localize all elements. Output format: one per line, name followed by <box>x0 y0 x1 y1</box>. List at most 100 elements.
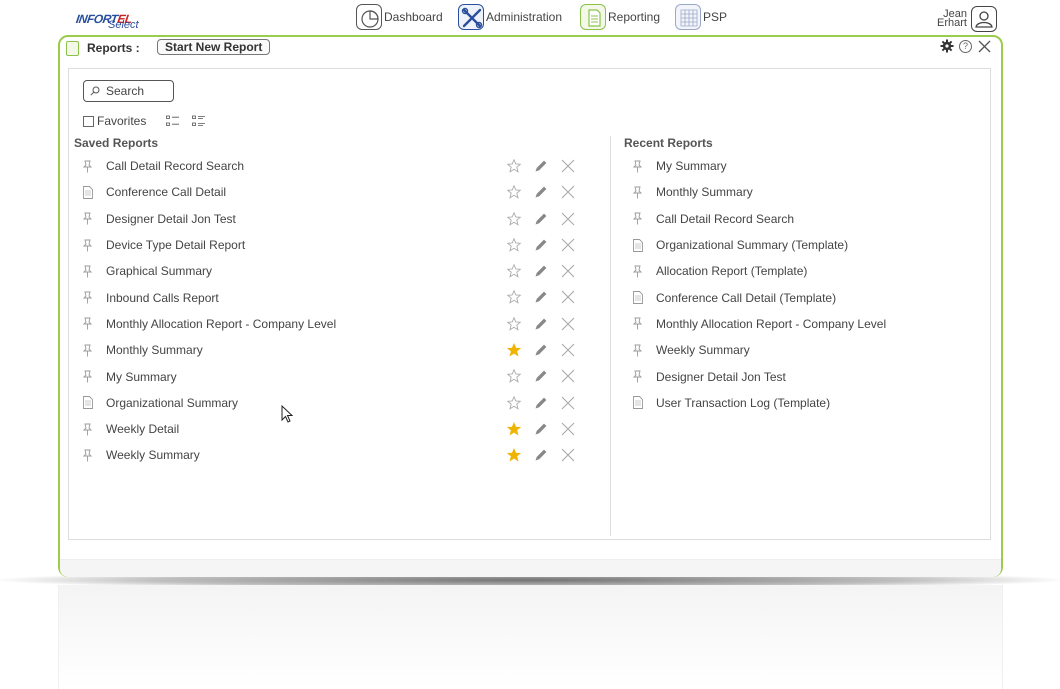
edit-pencil-icon[interactable] <box>534 396 548 410</box>
edit-pencil-icon[interactable] <box>534 290 548 304</box>
search-input[interactable]: Search <box>83 80 174 102</box>
report-name[interactable]: Organizational Summary (Template) <box>656 238 848 252</box>
report-name[interactable]: Conference Call Detail <box>106 185 226 199</box>
delete-icon[interactable] <box>561 264 575 278</box>
user-menu[interactable]: Jean Erhart <box>933 6 997 32</box>
user-icon[interactable] <box>971 6 997 32</box>
list-item[interactable]: Allocation Report (Template) <box>632 258 973 284</box>
favorite-star-icon[interactable] <box>507 264 521 278</box>
list-item[interactable]: My Summary <box>632 153 973 179</box>
detail-view-icon[interactable] <box>192 115 206 127</box>
report-name[interactable]: Monthly Summary <box>106 343 203 357</box>
list-item[interactable]: Monthly Summary <box>82 337 583 363</box>
list-item[interactable]: Weekly Summary <box>82 442 583 468</box>
report-name[interactable]: Allocation Report (Template) <box>656 264 807 278</box>
list-item[interactable]: Designer Detail Jon Test <box>82 206 583 232</box>
delete-icon[interactable] <box>561 422 575 436</box>
delete-icon[interactable] <box>561 396 575 410</box>
gear-icon[interactable] <box>940 39 954 53</box>
report-name[interactable]: Designer Detail Jon Test <box>106 212 236 226</box>
edit-pencil-icon[interactable] <box>534 448 548 462</box>
report-name[interactable]: Weekly Summary <box>656 343 750 357</box>
list-item[interactable]: Call Detail Record Search <box>632 206 973 232</box>
list-item[interactable]: Inbound Calls Report <box>82 284 583 310</box>
favorite-star-icon[interactable] <box>507 316 521 331</box>
report-name[interactable]: Monthly Allocation Report - Company Leve… <box>656 317 886 331</box>
edit-pencil-icon[interactable] <box>534 185 548 199</box>
report-name[interactable]: Monthly Allocation Report - Company Leve… <box>106 317 336 331</box>
list-item[interactable]: Graphical Summary <box>82 258 583 284</box>
list-view-icon[interactable] <box>166 115 180 127</box>
nav-dashboard[interactable]: Dashboard <box>356 4 443 30</box>
edit-pencil-icon[interactable] <box>534 238 548 252</box>
report-name[interactable]: Inbound Calls Report <box>106 291 219 305</box>
list-item[interactable]: Organizational Summary <box>83 390 583 416</box>
edit-pencil-icon[interactable] <box>534 422 548 436</box>
infortel-logo[interactable]: INFORTEL Select <box>75 6 160 32</box>
nav-psp[interactable]: PSP <box>675 4 727 30</box>
favorite-star-icon[interactable] <box>507 290 521 305</box>
report-name[interactable]: User Transaction Log (Template) <box>656 396 830 410</box>
list-item[interactable]: Conference Call Detail <box>83 179 583 205</box>
nav-reporting[interactable]: Reporting <box>580 4 660 30</box>
favorite-star-filled-icon[interactable] <box>507 422 521 436</box>
list-item[interactable]: Call Detail Record Search <box>82 153 583 179</box>
favorite-star-icon[interactable] <box>507 211 521 226</box>
edit-pencil-icon[interactable] <box>534 317 548 331</box>
help-icon[interactable]: ? <box>959 39 972 53</box>
report-name[interactable]: Device Type Detail Report <box>106 238 245 252</box>
favorite-star-icon[interactable] <box>507 185 521 200</box>
delete-icon[interactable] <box>561 317 575 331</box>
report-name[interactable]: Monthly Summary <box>656 185 753 199</box>
delete-icon[interactable] <box>561 448 575 462</box>
list-item[interactable]: Designer Detail Jon Test <box>632 363 973 389</box>
report-name[interactable]: My Summary <box>106 370 177 384</box>
edit-pencil-icon[interactable] <box>534 212 548 226</box>
list-item[interactable]: Weekly Detail <box>82 416 583 442</box>
list-item[interactable]: Monthly Allocation Report - Company Leve… <box>632 311 973 337</box>
list-item[interactable]: Device Type Detail Report <box>82 232 583 258</box>
delete-icon[interactable] <box>561 369 575 383</box>
delete-icon[interactable] <box>561 185 575 199</box>
report-name[interactable]: Conference Call Detail (Template) <box>656 291 836 305</box>
list-item[interactable]: My Summary <box>82 363 583 389</box>
report-document-icon <box>83 396 93 410</box>
delete-icon[interactable] <box>561 290 575 304</box>
report-actions <box>507 369 575 384</box>
edit-pencil-icon[interactable] <box>534 369 548 383</box>
start-new-report-button[interactable]: Start New Report <box>157 39 271 55</box>
report-name[interactable]: Organizational Summary <box>106 396 238 410</box>
report-name[interactable]: Call Detail Record Search <box>106 159 244 173</box>
report-name[interactable]: Designer Detail Jon Test <box>656 370 786 384</box>
report-name[interactable]: Weekly Detail <box>106 422 179 436</box>
delete-icon[interactable] <box>561 159 575 173</box>
favorite-star-icon[interactable] <box>507 395 521 410</box>
favorite-star-icon[interactable] <box>507 369 521 384</box>
favorite-star-filled-icon[interactable] <box>507 448 521 462</box>
list-item[interactable]: Monthly Allocation Report - Company Leve… <box>82 311 583 337</box>
edit-pencil-icon[interactable] <box>534 264 548 278</box>
delete-icon[interactable] <box>561 238 575 252</box>
favorite-star-filled-icon[interactable] <box>507 343 521 357</box>
delete-icon[interactable] <box>561 212 575 226</box>
list-item[interactable]: Weekly Summary <box>632 337 973 363</box>
edit-pencil-icon[interactable] <box>534 159 548 173</box>
favorite-star-icon[interactable] <box>507 159 521 173</box>
edit-pencil-icon[interactable] <box>534 343 548 357</box>
favorite-star-icon[interactable] <box>507 237 521 252</box>
list-item[interactable]: User Transaction Log (Template) <box>633 390 973 416</box>
close-icon[interactable] <box>978 40 991 53</box>
report-name[interactable]: Graphical Summary <box>106 264 212 278</box>
favorites-checkbox[interactable] <box>83 115 94 127</box>
favorites-label[interactable]: Favorites <box>97 114 146 128</box>
list-item[interactable]: Conference Call Detail (Template) <box>633 284 973 310</box>
list-item[interactable]: Organizational Summary (Template) <box>633 232 973 258</box>
nav-administration[interactable]: Administration <box>458 4 562 30</box>
delete-icon[interactable] <box>561 343 575 357</box>
report-name[interactable]: Weekly Summary <box>106 448 200 462</box>
report-name[interactable]: My Summary <box>656 159 727 173</box>
report-actions <box>507 395 575 410</box>
list-item[interactable]: Monthly Summary <box>632 179 973 205</box>
report-name[interactable]: Call Detail Record Search <box>656 212 794 226</box>
recent-reports-title: Recent Reports <box>624 136 713 150</box>
